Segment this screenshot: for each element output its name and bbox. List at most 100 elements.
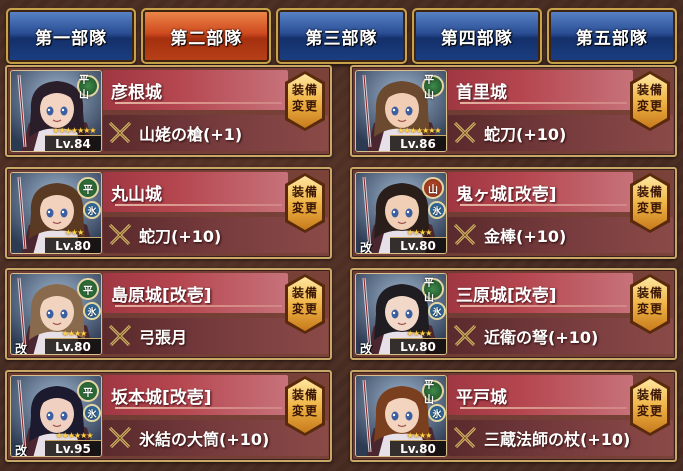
- terrain-badge: 平山: [77, 75, 99, 101]
- castle-name: 島原城[改壱]: [111, 286, 212, 306]
- weapon-icon: [452, 222, 478, 248]
- equip-change-button[interactable]: 装備 変更: [284, 273, 326, 335]
- equip-label-line-2: 変更: [291, 99, 318, 113]
- unit-card[interactable]: 平 氷 ★★★★★★ Lv.95 改 坂本城[改壱] 氷結の大筒(+10) 装備…: [5, 370, 332, 462]
- tab-label: 第三部隊: [305, 28, 378, 49]
- unit-card[interactable]: 平山 氷 ★★★★ Lv.80 改 三原城[改壱] 近衛の弩(+10) 装備 変…: [350, 268, 677, 360]
- crossed-swords-icon: [108, 426, 132, 449]
- unit-card[interactable]: 山 氷 ★★★★ Lv.80 改 鬼ヶ城[改壱] 金棒(+10) 装備 変更: [350, 167, 677, 259]
- attribute-badge: 氷: [428, 201, 446, 219]
- terrain-badge: 平: [77, 177, 99, 199]
- equip-label-line-2: 変更: [636, 201, 663, 215]
- equip-label-line-1: 装備: [636, 83, 663, 97]
- equip-label-line-1: 装備: [636, 286, 663, 300]
- equip-change-button[interactable]: 装備 変更: [629, 375, 671, 437]
- weapon-name: 山姥の槍(+1): [139, 125, 243, 144]
- weapon-icon: [452, 323, 478, 349]
- weapon-icon: [107, 323, 133, 349]
- weapon-name: 弓張月: [139, 328, 188, 347]
- portrait-frame[interactable]: 平山 氷 ★★★★ Lv.80: [355, 375, 447, 457]
- weapon-icon: [107, 222, 133, 248]
- name-band: 坂本城[改壱]: [103, 375, 288, 415]
- unit-card[interactable]: 平 氷 ★★★ Lv.80 丸山城 蛇刀(+10) 装備 変更: [5, 167, 332, 259]
- tab-label: 第一部隊: [35, 28, 108, 49]
- name-band: 三原城[改壱]: [448, 273, 633, 313]
- tab-label: 第二部隊: [170, 28, 243, 49]
- equip-label-line-1: 装備: [291, 388, 318, 402]
- portrait-frame[interactable]: 平 氷 ★★★★★★ Lv.95 改: [10, 375, 102, 457]
- equip-label-line-1: 装備: [291, 83, 318, 97]
- terrain-badge: 平山: [422, 380, 444, 406]
- attribute-badge: 氷: [428, 302, 446, 320]
- unit-card[interactable]: 平山 ★★★★★★★ Lv.84 彦根城 山姥の槍(+1) 装備 変更: [5, 65, 332, 157]
- portrait-frame[interactable]: 平山 ★★★★★★★ Lv.84: [10, 70, 102, 152]
- unit-card[interactable]: 平山 氷 ★★★★ Lv.80 平戸城 三蔵法師の杖(+10) 装備 変更: [350, 370, 677, 462]
- tab-team-4[interactable]: 第四部隊: [411, 8, 542, 64]
- terrain-badge: 平山: [422, 75, 444, 101]
- tab-team-2[interactable]: 第二部隊: [141, 8, 272, 64]
- level-label: Lv.95: [45, 440, 101, 456]
- equip-change-label: 装備 変更: [629, 184, 671, 216]
- level-label: Lv.84: [45, 135, 101, 151]
- level-label: Lv.80: [390, 338, 446, 354]
- equip-change-button[interactable]: 装備 変更: [629, 70, 671, 132]
- crossed-swords-icon: [453, 121, 477, 144]
- equip-change-label: 装備 変更: [284, 387, 326, 419]
- level-label: Lv.86: [390, 135, 446, 151]
- crossed-swords-icon: [108, 324, 132, 347]
- equip-label-line-2: 変更: [636, 302, 663, 316]
- attribute-badge: 氷: [83, 404, 101, 422]
- weapon-name: 氷結の大筒(+10): [139, 430, 270, 449]
- crossed-swords-icon: [453, 223, 477, 246]
- terrain-badge: 平: [77, 278, 99, 300]
- portrait-frame[interactable]: 平 氷 ★★★★ Lv.80 改: [10, 273, 102, 355]
- level-label: Lv.80: [45, 338, 101, 354]
- equip-change-button[interactable]: 装備 変更: [284, 375, 326, 437]
- equip-label-line-2: 変更: [636, 99, 663, 113]
- castle-name: 坂本城[改壱]: [111, 388, 212, 408]
- tab-team-1[interactable]: 第一部隊: [6, 8, 137, 64]
- kai-marker: 改: [15, 342, 28, 355]
- castle-name: 彦根城: [111, 83, 162, 103]
- equip-change-label: 装備 変更: [284, 285, 326, 317]
- name-band: 平戸城: [448, 375, 633, 415]
- equip-label-line-1: 装備: [291, 185, 318, 199]
- tab-team-3[interactable]: 第三部隊: [276, 8, 407, 64]
- equip-change-label: 装備 変更: [629, 387, 671, 419]
- team-tabs: 第一部隊 第二部隊 第三部隊 第四部隊 第五部隊: [6, 8, 678, 64]
- portrait-frame[interactable]: 平山 ★★★★★★★ Lv.86: [355, 70, 447, 152]
- kai-marker: 改: [360, 241, 373, 254]
- kai-marker: 改: [360, 342, 373, 355]
- name-band: 丸山城: [103, 172, 288, 212]
- equip-change-button[interactable]: 装備 変更: [284, 172, 326, 234]
- unit-card[interactable]: 平山 ★★★★★★★ Lv.86 首里城 蛇刀(+10) 装備 変更: [350, 65, 677, 157]
- crossed-swords-icon: [108, 223, 132, 246]
- equip-change-button[interactable]: 装備 変更: [629, 273, 671, 335]
- tab-label: 第四部隊: [440, 28, 513, 49]
- name-band: 鬼ヶ城[改壱]: [448, 172, 633, 212]
- weapon-name: 三蔵法師の杖(+10): [484, 430, 631, 449]
- name-band: 彦根城: [103, 70, 288, 110]
- portrait-frame[interactable]: 平山 氷 ★★★★ Lv.80 改: [355, 273, 447, 355]
- equip-change-label: 装備 変更: [629, 82, 671, 114]
- equip-change-label: 装備 変更: [629, 285, 671, 317]
- attribute-badge: 氷: [428, 404, 446, 422]
- tab-team-5[interactable]: 第五部隊: [546, 8, 678, 64]
- equip-change-button[interactable]: 装備 変更: [629, 172, 671, 234]
- weapon-icon: [452, 425, 478, 451]
- equip-label-line-2: 変更: [291, 404, 318, 418]
- weapon-name: 蛇刀(+10): [484, 125, 567, 144]
- portrait-frame[interactable]: 山 氷 ★★★★ Lv.80 改: [355, 172, 447, 254]
- unit-card[interactable]: 平 氷 ★★★★ Lv.80 改 島原城[改壱] 弓張月 装備 変更: [5, 268, 332, 360]
- weapon-icon: [107, 425, 133, 451]
- name-band: 島原城[改壱]: [103, 273, 288, 313]
- terrain-badge: 山: [422, 177, 444, 199]
- equip-change-label: 装備 変更: [284, 82, 326, 114]
- equip-change-button[interactable]: 装備 変更: [284, 70, 326, 132]
- weapon-name: 金棒(+10): [484, 227, 567, 246]
- portrait-frame[interactable]: 平 氷 ★★★ Lv.80: [10, 172, 102, 254]
- weapon-icon: [452, 120, 478, 146]
- castle-name: 鬼ヶ城[改壱]: [456, 185, 557, 205]
- tab-label: 第五部隊: [575, 28, 648, 49]
- level-label: Lv.80: [390, 237, 446, 253]
